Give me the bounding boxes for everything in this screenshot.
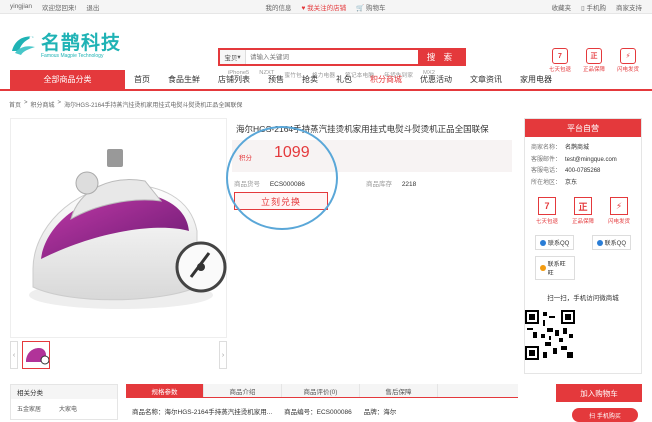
logout-link[interactable]: 退出 xyxy=(86,2,99,12)
related-categories: 相关分类 五金家居 大家电 xyxy=(10,384,118,420)
nav-item-gift[interactable]: 礼包 xyxy=(327,74,361,85)
tab-intro[interactable]: 商品介绍 xyxy=(204,384,282,397)
detail-tabs: 规格参数 商品介绍 商品评价(0) 售后保障 xyxy=(126,384,518,398)
nav-item-stores[interactable]: 店铺列表 xyxy=(209,74,259,85)
search-button[interactable]: 搜 索 xyxy=(418,50,464,64)
promise-genuine: 正 正品保障 xyxy=(583,48,605,73)
topbar-cart-link[interactable]: 🛒 购物车 xyxy=(356,2,385,12)
site-header: 名鹊科技 Famous Magpie Technology 宝贝▾ 搜 索 iP… xyxy=(0,14,652,79)
phone-icon: ▯ xyxy=(581,4,585,12)
genuine-icon: 正 xyxy=(586,48,603,64)
scan-hint: 扫一扫，手机访问微商城 xyxy=(547,295,619,302)
price-box: 积分 1099 xyxy=(232,140,512,172)
mobile-link[interactable]: ▯ 手机购 xyxy=(581,2,606,12)
nav-item-home[interactable]: 首页 xyxy=(125,74,159,85)
redeem-button[interactable]: 立刻兑换 xyxy=(234,192,328,210)
breadcrumb: 首页 > 积分商城 > 海尔HGS-2164手持蒸汽挂烫机家用挂式电熨斗熨烫机正… xyxy=(9,100,242,109)
store-row: 客服电话： 400-0785268 xyxy=(531,168,601,174)
thumb-next-button[interactable]: › xyxy=(219,341,227,369)
store-service-seven-day: 7 七天包退 xyxy=(536,197,558,225)
genuine-icon: 正 xyxy=(573,197,592,215)
seller-support-link[interactable]: 商家支持 xyxy=(616,2,642,12)
contact-qq-button[interactable]: 联系QQ xyxy=(535,235,575,250)
product-title: 海尔HGS-2164手持蒸汽挂烫机家用挂式电熨斗熨烫机正品全国联保 xyxy=(236,124,489,134)
breadcrumb-home[interactable]: 首页 xyxy=(9,100,21,109)
thumbnail[interactable] xyxy=(22,341,50,369)
store-row: 所在地区： 京东 xyxy=(531,179,578,186)
nav-item-flash[interactable]: 抢卖 xyxy=(293,74,327,85)
nav-item-appliances[interactable]: 家用电器 xyxy=(511,74,561,85)
nav-item-articles[interactable]: 文章资讯 xyxy=(461,74,511,85)
store-service-fast-ship: ⚡ 闪电发货 xyxy=(608,197,630,225)
spec-code: 商品编号：ECS000086 xyxy=(284,409,352,416)
username: yingjian xyxy=(10,3,33,10)
spec-name: 商品名称：海尔HGS-2164手持蒸汽挂烫机家用... xyxy=(132,409,273,416)
price-label: 积分 xyxy=(239,155,252,162)
store-row: 客服邮件： test@mingque.com xyxy=(531,156,617,163)
store-service-genuine: 正正品保障 xyxy=(572,197,594,225)
main-nav: 全部商品分类 首页 食品生鲜 店铺列表 预售 抢卖 礼包 积分商城 优惠活动 文… xyxy=(0,70,652,91)
all-categories-button[interactable]: 全部商品分类 xyxy=(10,70,125,89)
search-scope-select[interactable]: 宝贝 ▾ xyxy=(220,50,246,64)
breadcrumb-sep: > xyxy=(57,100,62,106)
chevron-right-icon: › xyxy=(221,351,225,359)
related-categories-header: 相关分类 xyxy=(11,385,117,399)
search-input[interactable] xyxy=(246,50,418,64)
my-info-link[interactable]: 我的信息 xyxy=(265,2,291,12)
breadcrumb-sep: > xyxy=(24,100,28,106)
nav-item-promotions[interactable]: 优惠活动 xyxy=(411,74,461,85)
stock-label: 商品库存 xyxy=(366,181,392,188)
contact-wangwang-button[interactable]: 联系旺旺 xyxy=(535,256,575,280)
thumbnail-image xyxy=(26,348,50,365)
thumbnail-strip: ‹ › xyxy=(10,340,227,370)
tab-reviews[interactable]: 商品评价(0) xyxy=(282,384,360,397)
sku-value: ECS000086 xyxy=(269,181,305,188)
fav-store-link[interactable]: ♥ 我关注的店铺 xyxy=(301,2,346,12)
price-value: 1099 xyxy=(274,144,310,161)
top-bar: yingjian 欢迎您回来! 退出 我的信息 ♥ 我关注的店铺 🛒 购物车 收… xyxy=(0,0,652,14)
nav-item-food[interactable]: 食品生鲜 xyxy=(159,74,209,85)
chevron-left-icon: ‹ xyxy=(12,351,16,359)
steamer-image xyxy=(29,149,227,309)
nav-item-presale[interactable]: 预售 xyxy=(259,74,293,85)
lightning-icon: ⚡ xyxy=(609,197,628,215)
seven-day-icon: 7 xyxy=(552,48,568,64)
add-to-cart-button[interactable]: 加入购物车 xyxy=(556,384,642,402)
store-panel: 平台自营 商家名称： 名鹊商城 客服邮件： test@mingque.com 客服电… xyxy=(524,118,642,374)
spec-brand: 品牌：海尔 xyxy=(363,409,397,416)
sku-label: 商品货号 xyxy=(234,181,260,188)
site-logo[interactable]: 名鹊科技 Famous Magpie Technology xyxy=(9,28,121,59)
store-row: 商家名称： 名鹊商城 xyxy=(531,145,590,151)
spec-summary: 商品名称：海尔HGS-2164手持蒸汽挂烫机家用... 商品编号：ECS0000… xyxy=(132,406,396,416)
magpie-logo-icon xyxy=(12,36,35,55)
qq-icon xyxy=(540,239,546,246)
tab-after-sales[interactable]: 售后保障 xyxy=(360,384,438,397)
service-promises: 7 七天包退 正 正品保障 ⚡ 闪电发货 xyxy=(549,48,639,73)
contact-qq-button[interactable]: 联系QQ xyxy=(591,235,631,250)
product-meta: 商品货号 ECS000086 商品库存 2218 xyxy=(234,178,514,188)
breadcrumb-points-mall[interactable]: 积分商城 xyxy=(31,100,55,109)
nav-item-points-mall[interactable]: 积分商城 xyxy=(361,74,411,85)
breadcrumb-current: 海尔HGS-2164手持蒸汽挂烫机家用挂式电熨斗熨烫机正品全国联保 xyxy=(64,103,243,109)
thumb-prev-button[interactable]: ‹ xyxy=(10,341,18,369)
welcome-text: 欢迎您回来! xyxy=(42,4,77,12)
promise-fast-ship: ⚡ 闪电发货 xyxy=(617,48,639,73)
qq-icon xyxy=(596,239,603,246)
wangwang-icon xyxy=(540,265,546,271)
stock-value: 2218 xyxy=(401,181,417,188)
logo-name: 名鹊科技 xyxy=(41,32,122,54)
product-main-image[interactable] xyxy=(10,118,227,338)
related-category-item[interactable]: 五金家居 xyxy=(17,404,41,413)
lightning-icon: ⚡ xyxy=(620,48,637,64)
cart-icon: 🛒 xyxy=(356,4,365,12)
related-category-item[interactable]: 大家电 xyxy=(59,404,77,413)
seven-day-icon: 7 xyxy=(537,197,556,215)
tab-specs[interactable]: 规格参数 xyxy=(126,384,204,397)
search-bar: 宝贝▾ 搜 索 xyxy=(218,48,466,66)
store-header: 平台自营 xyxy=(525,119,641,137)
favorites-link[interactable]: 收藏夹 xyxy=(552,2,572,12)
qr-code-icon xyxy=(525,310,575,360)
